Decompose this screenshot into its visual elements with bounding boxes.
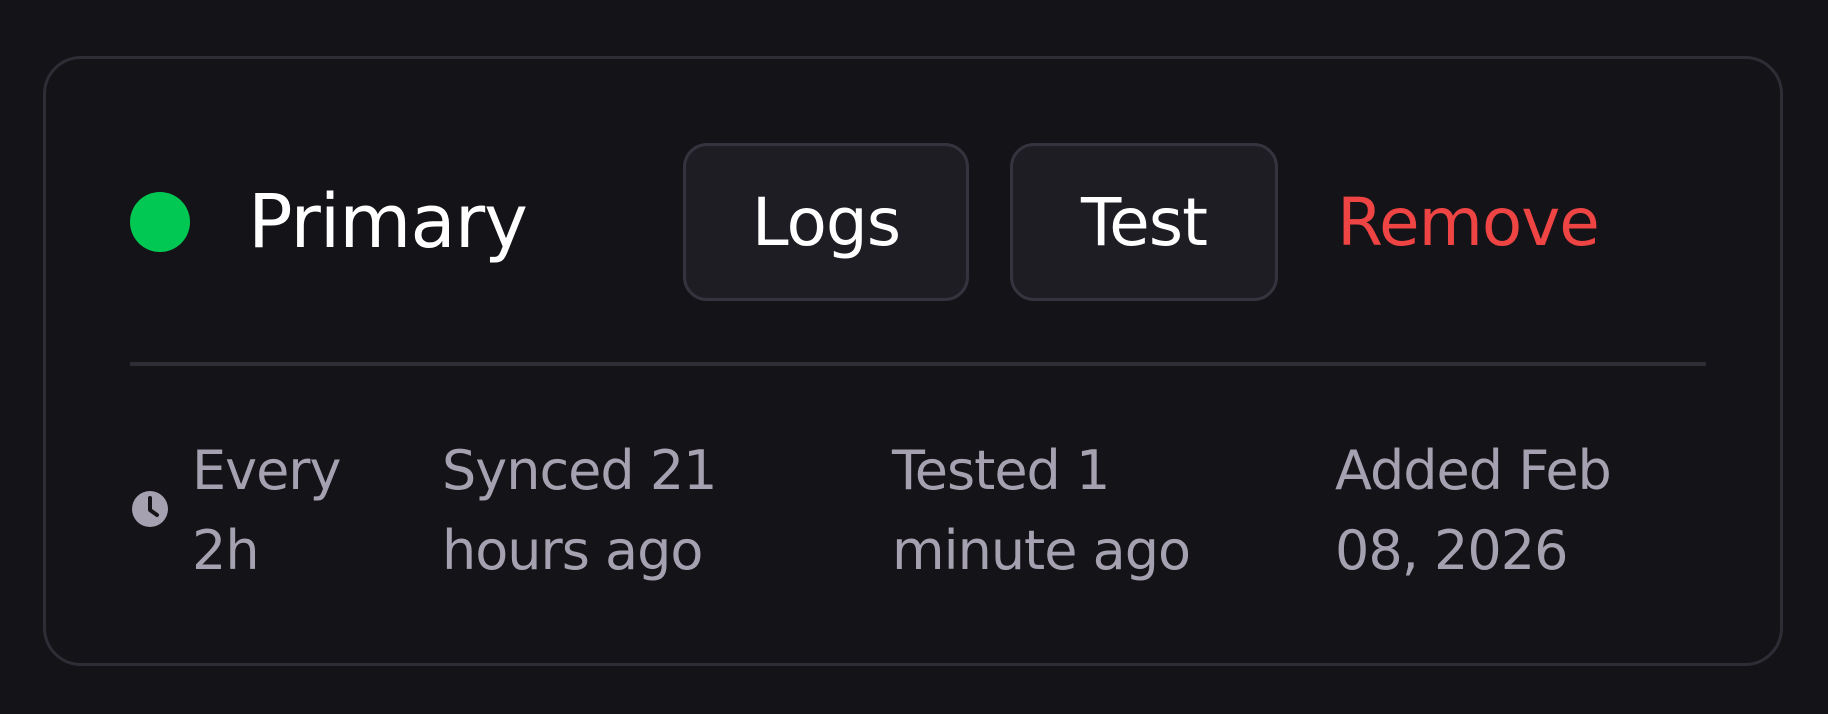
last-synced: Synced 21 hours ago — [442, 431, 772, 591]
sync-interval: Every 2h — [192, 431, 372, 591]
card-divider — [130, 362, 1706, 366]
added-date: Added Feb 08, 2026 — [1335, 431, 1675, 591]
connection-card: Primary Logs Test Remove Every 2h Synced… — [43, 56, 1783, 666]
last-synced-line2: hours ago — [442, 519, 703, 582]
last-synced-line1: Synced 21 — [442, 439, 718, 502]
clock-icon — [132, 491, 168, 527]
remove-button[interactable]: Remove — [1328, 143, 1608, 301]
test-button[interactable]: Test — [1010, 143, 1278, 301]
connection-title: Primary — [248, 179, 528, 265]
sync-interval-line2: 2h — [192, 519, 260, 582]
sync-interval-line1: Every — [192, 439, 341, 502]
added-date-line2: 08, 2026 — [1335, 519, 1568, 582]
logs-button[interactable]: Logs — [683, 143, 969, 301]
last-tested-line1: Tested 1 — [892, 439, 1110, 502]
last-tested: Tested 1 minute ago — [892, 431, 1232, 591]
last-tested-line2: minute ago — [892, 519, 1191, 582]
added-date-line1: Added Feb — [1335, 439, 1612, 502]
status-indicator — [130, 192, 190, 252]
